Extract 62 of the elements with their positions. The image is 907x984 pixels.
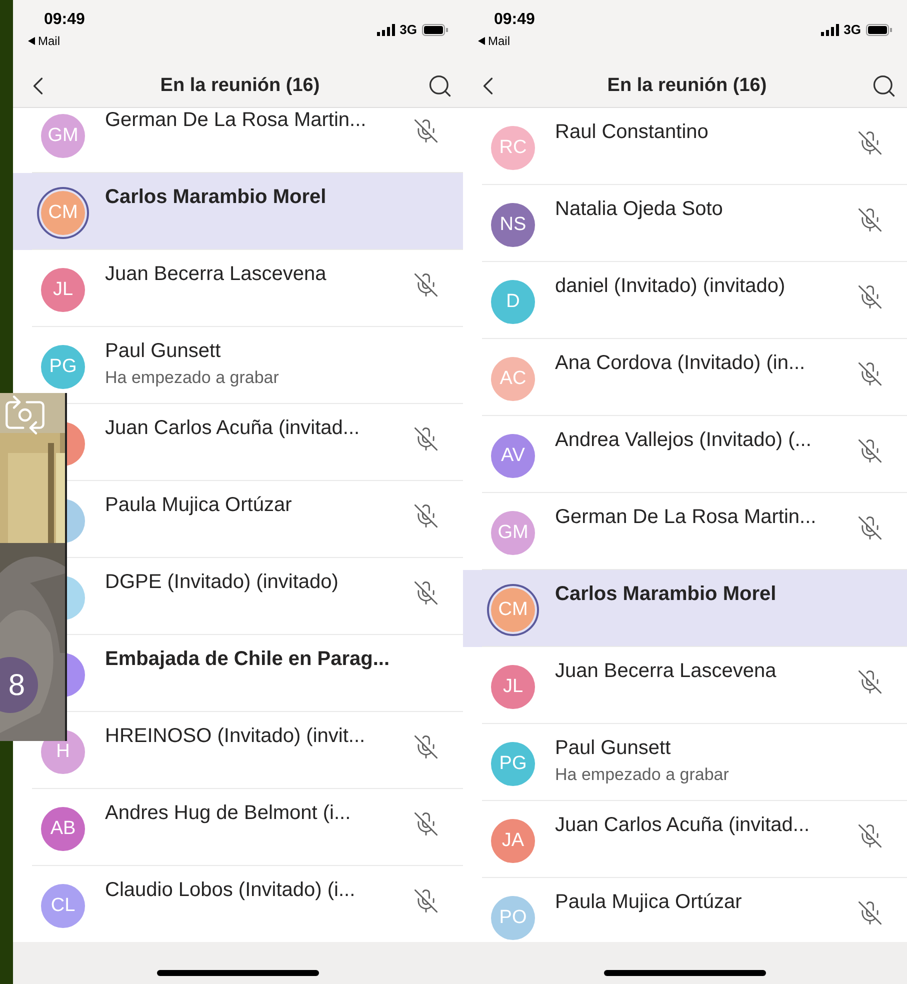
search-icon[interactable]: [426, 73, 453, 99]
avatar-initials: GM: [498, 520, 528, 545]
participant-name: DGPE (Invitado) (invitado): [105, 570, 340, 595]
avatar-initials: JL: [502, 674, 524, 699]
avatar-initials: GM: [48, 124, 78, 148]
status-time: 09:49: [43, 10, 85, 30]
participant-name: Paula Mujica Ortúzar: [105, 493, 293, 518]
participant-name: German De La Rosa Martin...: [555, 505, 818, 530]
avatar-initials: CL: [50, 894, 76, 918]
avatar-initials: CM: [48, 200, 78, 225]
avatar-initials: RC: [499, 136, 527, 160]
avatar-initials: NS: [500, 212, 526, 237]
signal-icon: [376, 24, 395, 36]
participant-status: Ha empezado a grabar: [105, 367, 280, 389]
participant-name: Juan Carlos Acuña (invitad...: [555, 813, 811, 838]
back-triangle-icon: [478, 37, 485, 45]
participant-name: Ana Cordova (Invitado) (in...: [555, 351, 806, 376]
participant-name: Carlos Marambio Morel: [105, 185, 328, 210]
avatar-initials: JL: [52, 278, 74, 302]
back-to-app-link[interactable]: Mail: [488, 34, 510, 48]
avatar-initials: AV: [501, 444, 525, 468]
camera-switch-icon[interactable]: [3, 393, 47, 437]
signal-icon: [820, 24, 839, 36]
avatar-initials: D: [506, 290, 520, 314]
participant-name: Andres Hug de Belmont (i...: [105, 801, 352, 826]
participant-row[interactable]: CM Carlos Marambio Morel: [13, 173, 463, 250]
participant-name: daniel (Invitado) (invitado): [555, 274, 786, 299]
participant-status: Ha empezado a grabar: [555, 764, 730, 786]
participant-name: Natalia Ojeda Soto: [555, 197, 724, 222]
network-label: 3G: [844, 21, 861, 40]
avatar-initials: PG: [49, 354, 77, 379]
avatar-initials: PG: [499, 752, 527, 776]
participant-name: Embajada de Chile en Parag...: [105, 647, 391, 672]
participant-name: HREINOSO (Invitado) (invit...: [105, 724, 366, 749]
network-label: 3G: [400, 21, 417, 40]
participant-name: Juan Becerra Lascevena: [105, 262, 328, 287]
avatar-initials: JA: [502, 828, 524, 853]
battery-icon: [422, 24, 448, 36]
participant-name: German De La Rosa Martin...: [105, 108, 368, 133]
search-icon[interactable]: [870, 73, 897, 99]
status-time: 09:49: [493, 10, 535, 30]
participant-name: Juan Carlos Acuña (invitad...: [105, 416, 361, 441]
back-triangle-icon: [28, 37, 35, 45]
back-to-app-link[interactable]: Mail: [38, 34, 60, 48]
participant-name: Paul Gunsett: [105, 339, 222, 364]
participant-row[interactable]: CM Carlos Marambio Morel: [463, 570, 907, 647]
screen-title: En la reunión (16): [160, 74, 320, 98]
participant-name: Raul Constantino: [555, 120, 710, 145]
participant-name: Claudio Lobos (Invitado) (i...: [105, 878, 356, 903]
participant-name: Paul Gunsett: [555, 736, 672, 761]
participant-name: Carlos Marambio Morel: [555, 582, 778, 607]
avatar-initials: AC: [500, 366, 526, 391]
participant-name: Juan Becerra Lascevena: [555, 659, 778, 684]
avatar-initials: H: [56, 740, 70, 764]
avatar-initials: CM: [498, 598, 528, 622]
participant-name: Paula Mujica Ortúzar: [555, 890, 743, 915]
avatar-initials: PO: [499, 906, 527, 930]
screen-title: En la reunión (16): [607, 74, 767, 98]
avatar-initials: AB: [50, 816, 76, 841]
video-preview-overlay[interactable]: 8: [0, 393, 67, 741]
participant-name: Andrea Vallejos (Invitado) (...: [555, 428, 812, 453]
battery-icon: [866, 24, 892, 36]
